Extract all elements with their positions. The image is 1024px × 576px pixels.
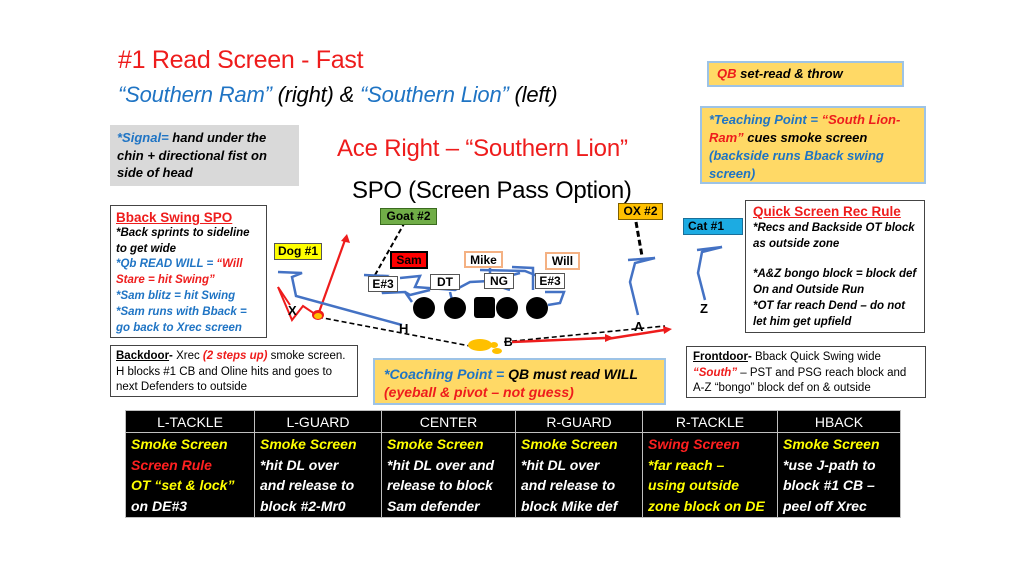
player-x: X bbox=[288, 303, 297, 318]
col-header: R-GUARD bbox=[515, 410, 643, 433]
assignment-cell: Smoke Screen *use J-path to block #1 CB – p… bbox=[777, 432, 901, 518]
assignment-line: on DE#3 bbox=[131, 497, 188, 514]
assignment-line: *hit DL over bbox=[260, 456, 339, 473]
coaching-text: QB must read WILL bbox=[508, 366, 638, 382]
assignment-line: Smoke Screen bbox=[260, 436, 357, 452]
assignment-line: block #1 CB – bbox=[783, 477, 875, 493]
defender-cat: Cat #1 bbox=[683, 218, 743, 235]
defender-e3-right: E#3 bbox=[535, 273, 565, 289]
assignment-cell: Smoke Screen Screen Rule OT “set & lock” on… bbox=[125, 432, 255, 518]
assignment-line: OT “set & lock” bbox=[131, 477, 235, 493]
x-vertical-arrow bbox=[341, 234, 350, 243]
col-header: L-TACKLE bbox=[125, 410, 255, 433]
defender-e3-left: E#3 bbox=[368, 276, 398, 292]
assignment-line: peel off Xrec bbox=[783, 497, 867, 514]
lineman-rt bbox=[526, 297, 548, 319]
assignment-line: and release to bbox=[521, 477, 616, 493]
player-a: A bbox=[634, 319, 644, 334]
frontdoor-highlight: “South” bbox=[693, 366, 738, 379]
assignment-cell: Smoke Screen *hit DL over and release to b… bbox=[381, 432, 516, 518]
assignment-line: *hit DL over bbox=[521, 456, 600, 473]
col-header: R-TACKLE bbox=[642, 410, 778, 433]
defender-will: Will bbox=[545, 252, 580, 270]
assignment-cell: Swing Screen *far reach – using outside zon… bbox=[642, 432, 778, 518]
assignment-line: Smoke Screen bbox=[131, 436, 228, 452]
assignment-line: block Mike def bbox=[521, 497, 618, 514]
lineman-lg bbox=[444, 297, 466, 319]
oline-assignments-table: L-TACKLE L-GUARD CENTER R-GUARD R-TACKLE… bbox=[125, 410, 901, 518]
table-row: Smoke Screen Screen Rule OT “set & lock” on… bbox=[125, 432, 901, 518]
assignment-line: *far reach – bbox=[648, 456, 725, 473]
defender-dog: Dog #1 bbox=[274, 243, 322, 260]
assignment-line: Screen Rule bbox=[131, 456, 212, 473]
b-swing-arrow-2 bbox=[663, 326, 672, 334]
qb-marker bbox=[468, 339, 492, 351]
assignment-line: Smoke Screen bbox=[783, 436, 880, 452]
coaching-note: (eyeball & pivot – not guess) bbox=[384, 384, 574, 400]
assignment-line: *use J-path to bbox=[783, 456, 876, 473]
lineman-rg bbox=[496, 297, 518, 319]
defender-ox: OX #2 bbox=[618, 203, 663, 220]
backdoor-box: Backdoor- Xrec (2 steps up) smoke screen… bbox=[110, 345, 358, 397]
frontdoor-text: Bback Quick Swing wide bbox=[754, 351, 881, 363]
defender-mike: Mike bbox=[464, 251, 503, 268]
assignment-line: block #2-Mr0 bbox=[260, 497, 346, 514]
defender-dt: DT bbox=[430, 274, 460, 290]
coaching-point-box: *Coaching Point = QB must read WILL (eye… bbox=[373, 358, 666, 405]
player-z: Z bbox=[700, 301, 708, 316]
b-swing-route bbox=[511, 336, 606, 344]
frontdoor-dash: - bbox=[747, 351, 755, 363]
coaching-label: *Coaching Point = bbox=[384, 366, 509, 382]
defender-sam: Sam bbox=[390, 251, 428, 269]
x-smoke-route bbox=[277, 286, 319, 322]
assignment-line: *hit DL over and bbox=[387, 456, 495, 473]
assignment-line: Smoke Screen bbox=[387, 436, 484, 452]
z-route bbox=[696, 245, 723, 301]
backdoor-highlight: (2 steps up) bbox=[202, 350, 268, 362]
assignment-line: release to block bbox=[387, 477, 493, 493]
lineman-center bbox=[474, 297, 495, 318]
assignment-line: Smoke Screen bbox=[521, 436, 618, 452]
qb-pass-to-x-line bbox=[317, 316, 471, 347]
assignment-line: Sam defender bbox=[387, 497, 480, 514]
frontdoor-label: Frontdoor bbox=[693, 351, 748, 363]
defender-goat: Goat #2 bbox=[380, 208, 437, 225]
col-header: CENTER bbox=[381, 410, 516, 433]
assignment-line: using outside bbox=[648, 477, 739, 493]
assignment-line: Swing Screen bbox=[648, 436, 740, 452]
a-route bbox=[627, 256, 656, 316]
assignment-cell: Smoke Screen *hit DL over and release to bl… bbox=[515, 432, 643, 518]
assignment-cell: Smoke Screen *hit DL over and release to bl… bbox=[254, 432, 382, 518]
defender-ng: NG bbox=[484, 273, 514, 289]
table-header-row: L-TACKLE L-GUARD CENTER R-GUARD R-TACKLE… bbox=[125, 410, 901, 433]
frontdoor-box: Frontdoor- Bback Quick Swing wide “South… bbox=[686, 346, 926, 398]
player-h: H bbox=[399, 321, 408, 336]
player-b: B bbox=[504, 335, 513, 349]
assignment-line: zone block on DE bbox=[648, 497, 765, 514]
backdoor-label: Backdoor bbox=[116, 350, 170, 362]
assignment-line: and release to bbox=[260, 477, 355, 493]
lineman-lt bbox=[413, 297, 435, 319]
ox-dash-line bbox=[634, 221, 644, 257]
backdoor-text: Xrec bbox=[176, 350, 203, 362]
col-header: L-GUARD bbox=[254, 410, 382, 433]
col-header: HBACK bbox=[777, 410, 901, 433]
